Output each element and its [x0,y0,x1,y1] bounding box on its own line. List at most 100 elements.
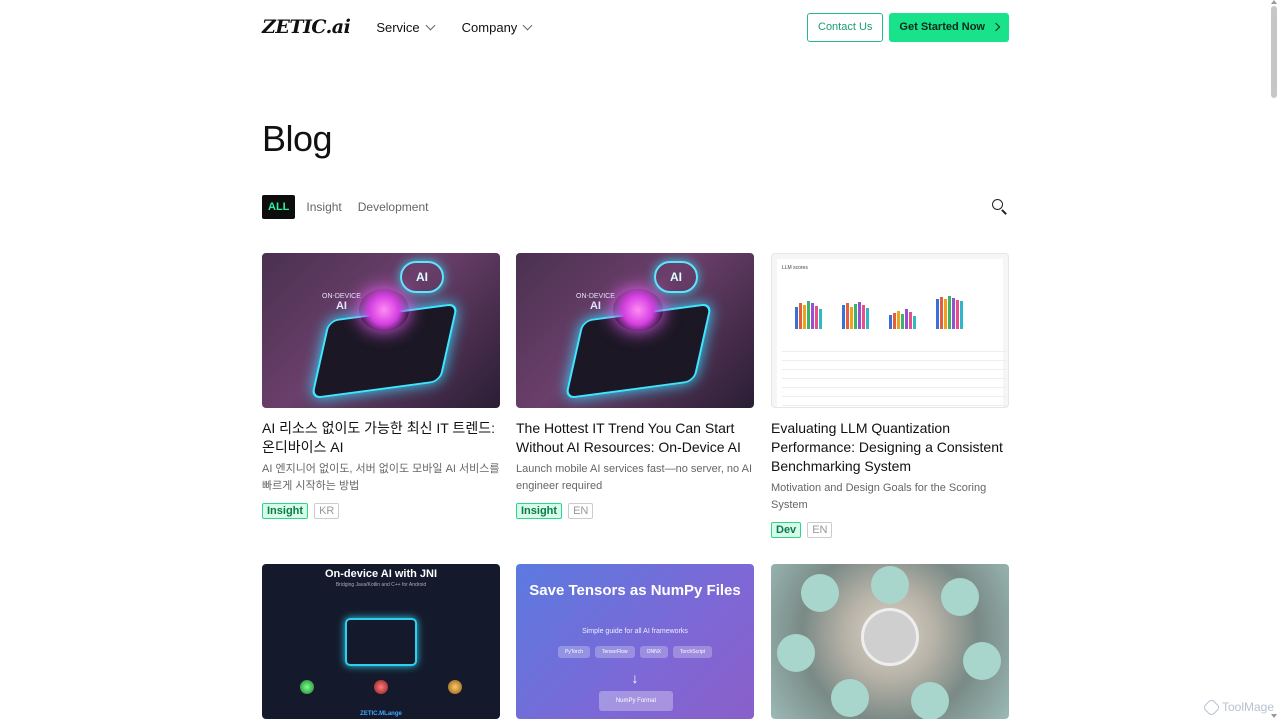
orange-dot [448,680,462,694]
thumb-title: On-device AI with JNI [324,568,438,580]
search-icon-handle [1001,209,1007,215]
chart-screenshot: LLM scores [777,259,1007,407]
mini-bar-chart [795,289,1000,329]
page-title: Blog [262,118,333,159]
table-row [782,388,1007,397]
bar-group [889,309,916,329]
contact-us-button[interactable]: Contact Us [807,12,884,42]
card-tags: Dev EN [771,522,1009,538]
results-table-preview [782,343,1007,406]
brain-illustration [613,289,663,331]
surgeon-head [777,634,815,672]
card-tags: Insight EN [516,503,754,519]
card-title[interactable]: Evaluating LLM Quantization Performance:… [771,419,1009,476]
card-title[interactable]: The Hottest IT Trend You Can Start Witho… [516,419,754,457]
green-dot [300,680,314,694]
card-thumbnail-jni[interactable]: On-device AI with JNI Bridging Java/Kotl… [262,564,500,719]
arrow-down-icon: ↓ [631,670,639,686]
thumb-subtitle: Simple guide for all AI frameworks [582,628,688,635]
brain-illustration [359,289,409,331]
site-logo[interactable]: ZETIC.ai [262,16,351,38]
bar-group [795,301,822,329]
card-thumbnail-ondevice-ai[interactable]: AI ON-DEVICE AI [516,253,754,408]
card-description: Motivation and Design Goals for the Scor… [771,482,987,511]
card-thumbnail-ondevice-ai[interactable]: AI ON-DEVICE AI [262,253,500,408]
bar-group [936,296,963,329]
surgeon-head [871,566,909,604]
table-row [782,352,1007,361]
filter-insight[interactable]: Insight [306,200,341,214]
main-nav: Service Company [376,19,533,35]
blog-card[interactable]: AI ON-DEVICE AI The Hottest IT Trend You… [516,253,754,519]
cloud-ai-badge: AI [654,261,698,293]
architecture-box [345,618,417,666]
red-dot [374,680,388,694]
surgeon-head [941,578,979,616]
category-tag: Dev [771,522,802,538]
search-icon [992,199,1003,210]
nav-company-label: Company [461,19,518,35]
card-description: AI 엔지니어 없이도, 서버 없이도 모바일 AI 서비스를 빠르게 시작하는… [262,463,500,492]
blog-card[interactable] [771,564,1009,719]
surgeon-head [963,642,1001,680]
blog-card[interactable]: Save Tensors as NumPy Files Simple guide… [516,564,754,719]
filter-development[interactable]: Development [358,200,429,214]
framework-pill: TensorFlow [595,646,635,658]
surgical-lamp [861,608,919,666]
ondevice-small: ON-DEVICE [576,293,615,300]
blog-card[interactable]: AI ON-DEVICE AI AI 리소스 없이도 가능한 최신 IT 트렌드… [262,253,500,519]
blog-card[interactable]: LLM scores Evaluating LLM Quantization P… [771,253,1009,538]
card-title[interactable]: AI 리소스 없이도 가능한 최신 IT 트렌드: 온디바이스 AI [262,419,500,457]
ondevice-big: AI [589,300,601,312]
chevron-down-icon [522,20,533,30]
blog-card[interactable]: On-device AI with JNI Bridging Java/Kotl… [262,564,500,719]
language-tag: EN [807,522,833,538]
framework-pills: PyTorch TensorFlow ONNX TorchScript [516,646,754,658]
table-row [782,343,1007,352]
search-button[interactable] [991,198,1009,216]
ondevice-small: ON-DEVICE [322,293,361,300]
header-actions: Contact Us Get Started Now [807,12,1009,42]
card-thumbnail-surgeons-photo[interactable] [771,564,1009,719]
card-tags: Insight KR [262,503,500,519]
chevron-right-icon [991,22,1001,32]
table-row [782,397,1007,406]
category-tag: Insight [262,503,309,519]
watermark: ToolMage [1202,697,1274,717]
ondevice-label: ON-DEVICE AI [576,293,615,312]
chart-label: LLM scores [782,265,808,271]
thumb-title: Save Tensors as NumPy Files [529,582,741,599]
ondevice-big: AI [335,300,347,312]
scroll-up-arrow[interactable] [1271,0,1277,4]
numpy-format-box: NumPy Format [599,691,673,711]
top-navbar: ZETIC.ai Service Company Contact Us Get … [262,12,1009,42]
get-started-label: Get Started Now [899,21,985,33]
chevron-down-icon [425,20,436,30]
thumb-subtitle: Bridging Java/Kotlin and C++ for Android [335,582,427,588]
filter-all[interactable]: ALL [262,195,296,219]
blog-page: ZETIC.ai Service Company Contact Us Get … [0,0,1280,720]
table-row [782,361,1007,370]
nav-service[interactable]: Service [376,20,436,35]
get-started-button[interactable]: Get Started Now [889,12,1009,42]
card-description: Launch mobile AI services fast—no server… [516,463,753,492]
ondevice-label: ON-DEVICE AI [322,293,361,312]
card-thumbnail-numpy[interactable]: Save Tensors as NumPy Files Simple guide… [516,564,754,719]
language-tag: EN [568,503,594,519]
thumb-footer: ZETIC.MLange [360,711,402,717]
category-tag: Insight [516,503,563,519]
framework-pill: PyTorch [557,646,590,658]
nav-company[interactable]: Company [461,19,533,35]
table-row [782,379,1007,388]
table-row [782,370,1007,379]
surgeon-head [911,682,949,719]
card-thumbnail-llm-scores[interactable]: LLM scores [771,253,1009,408]
surgeon-head [831,679,869,717]
scroll-down-arrow[interactable] [1271,714,1277,718]
page-scrollbar-thumb[interactable] [1271,6,1277,98]
language-tag: KR [314,503,340,519]
framework-pill: ONNX [639,646,669,658]
surgeon-head [801,574,839,612]
watermark-logo-icon [1202,697,1221,717]
cloud-ai-badge: AI [400,261,444,293]
